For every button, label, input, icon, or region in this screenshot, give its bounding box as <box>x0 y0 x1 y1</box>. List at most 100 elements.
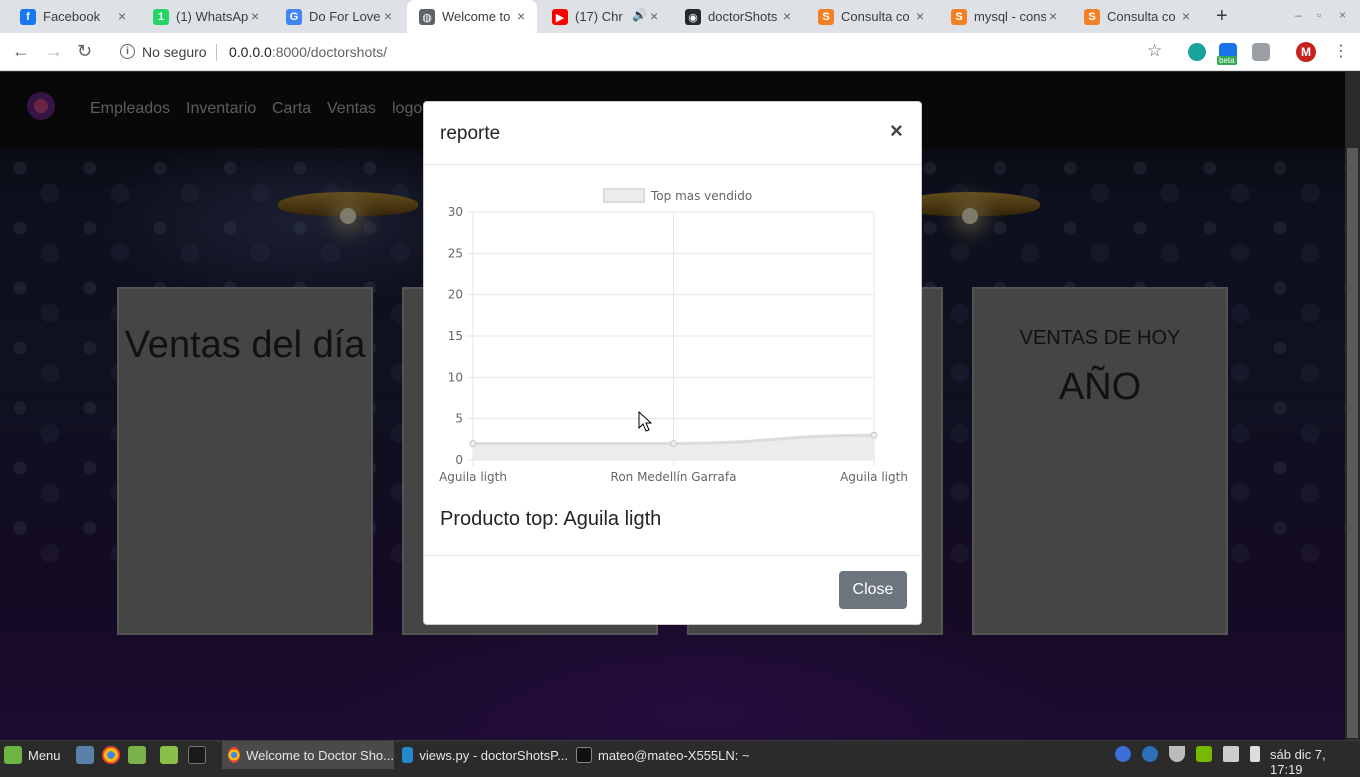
browser-tab[interactable]: 1 (1) WhatsAp × <box>141 0 271 33</box>
minimize-icon[interactable]: – <box>1295 8 1302 22</box>
close-tab-icon[interactable]: × <box>517 8 525 24</box>
stackoverflow-icon: S <box>818 9 834 25</box>
y-tick-label: 10 <box>448 370 463 384</box>
stackoverflow-icon: S <box>951 9 967 25</box>
tab-title: Welcome to <box>442 9 511 24</box>
close-tab-icon[interactable]: × <box>1049 8 1057 24</box>
bluetooth-icon[interactable] <box>1115 746 1131 762</box>
legend-label: Top mas vendido <box>650 189 752 203</box>
facebook-icon: f <box>20 9 36 25</box>
y-axis-ticks: 0 5 10 15 20 25 30 <box>448 205 463 467</box>
info-icon[interactable]: i <box>120 44 135 59</box>
window-title: Welcome to Doctor Sho... <box>246 747 394 763</box>
palette-extension-icon[interactable] <box>1188 43 1206 61</box>
taskbar-window-chrome[interactable]: Welcome to Doctor Sho... <box>222 741 394 769</box>
menu-label: Menu <box>28 747 61 763</box>
close-tab-icon[interactable]: × <box>650 8 658 24</box>
google-icon: G <box>286 9 302 25</box>
os-taskbar: Menu Welcome to Doctor Sho... views.py -… <box>0 740 1360 777</box>
tab-title: (1) WhatsAp <box>176 9 248 24</box>
forward-icon[interactable]: → <box>45 41 63 62</box>
taskbar-window-terminal[interactable]: mateo@mateo-X555LN: ~ <box>570 741 750 769</box>
close-window-icon[interactable]: × <box>1339 8 1346 22</box>
folder-launcher-icon[interactable] <box>160 741 178 769</box>
maximize-icon[interactable]: ▫ <box>1317 8 1321 22</box>
report-modal: reporte × 0 5 10 15 20 25 30 Aguila ligth Ron M… <box>423 101 922 625</box>
menu-kebab-icon[interactable]: ⋮ <box>1333 41 1349 61</box>
scrollbar-thumb[interactable] <box>1347 148 1358 738</box>
top-product-text: Producto top: Aguila ligth <box>440 508 662 530</box>
close-tab-icon[interactable]: × <box>916 8 924 24</box>
browser-tab[interactable]: ◉ doctorShots × <box>673 0 803 33</box>
tab-title: Consulta co <box>841 9 910 24</box>
wifi-icon[interactable] <box>1169 746 1185 762</box>
github-icon: ◉ <box>685 9 701 25</box>
tab-title: mysql - cons <box>974 9 1046 24</box>
tab-title: Consulta co <box>1107 9 1176 24</box>
security-label: No seguro <box>142 44 207 60</box>
window-title: views.py - doctorShotsP... <box>419 747 568 763</box>
youtube-icon: ▶ <box>552 9 568 25</box>
data-point <box>670 439 677 447</box>
tab-title: (17) Chr <box>575 9 623 24</box>
modal-footer: Close <box>424 555 921 625</box>
nvidia-icon[interactable] <box>1196 746 1212 762</box>
start-menu-button[interactable]: Menu <box>4 741 61 769</box>
close-tab-icon[interactable]: × <box>1182 8 1190 24</box>
back-icon[interactable]: ← <box>12 41 30 62</box>
top-products-chart: 0 5 10 15 20 25 30 Aguila ligth Ron Medellín Ga… <box>439 188 908 484</box>
tab-title: Do For Love <box>309 9 381 24</box>
close-tab-icon[interactable]: × <box>118 8 126 24</box>
close-button[interactable]: Close <box>839 571 907 609</box>
profile-avatar[interactable]: M <box>1296 42 1316 62</box>
close-tab-icon[interactable]: × <box>251 8 259 24</box>
shield-update-icon[interactable] <box>1142 746 1158 762</box>
reload-icon[interactable]: ↻ <box>77 41 92 62</box>
y-tick-label: 15 <box>448 329 463 343</box>
x-tick-label: Aguila ligth <box>840 470 908 484</box>
address-bar[interactable]: i No seguro 0.0.0.0:8000/doctorshots/ <box>108 36 1178 68</box>
new-tab-button[interactable]: + <box>1216 5 1228 28</box>
chrome-icon <box>228 747 241 763</box>
mouse-cursor-icon <box>638 411 652 432</box>
taskbar-window-vscode[interactable]: views.py - doctorShotsP... <box>396 741 568 769</box>
close-tab-icon[interactable]: × <box>783 8 791 24</box>
x-tick-label: Ron Medellín Garrafa <box>611 470 737 484</box>
browser-tab[interactable]: f Facebook × <box>8 0 138 33</box>
files-launcher-icon[interactable] <box>76 741 94 769</box>
volume-icon[interactable] <box>1223 746 1239 762</box>
battery-icon[interactable] <box>1250 746 1260 762</box>
y-tick-label: 30 <box>448 205 463 219</box>
browser-tab-bar: f Facebook × 1 (1) WhatsAp × G Do For Love × ◍ Wel… <box>0 0 1360 33</box>
data-point <box>870 431 878 439</box>
y-tick-label: 5 <box>455 412 463 426</box>
browser-tab[interactable]: ▶ (17) Chr × 🔊 <box>540 0 670 33</box>
stackoverflow-icon: S <box>1084 9 1100 25</box>
browser-tab[interactable]: Smysql - cons × <box>939 0 1069 33</box>
close-tab-icon[interactable]: × <box>384 8 392 24</box>
data-point <box>469 439 477 447</box>
whatsapp-icon: 1 <box>153 9 169 25</box>
cube-extension-icon[interactable] <box>1252 43 1270 61</box>
mint-logo-icon <box>4 746 22 764</box>
address-divider <box>216 44 217 61</box>
url-text[interactable]: 0.0.0.0:8000/doctorshots/ <box>229 44 387 60</box>
terminal-icon <box>576 747 592 763</box>
x-axis-ticks: Aguila ligth Ron Medellín Garrafa Aguila l… <box>439 470 908 484</box>
browser-tab[interactable]: G Do For Love × <box>274 0 404 33</box>
y-tick-label: 0 <box>455 453 463 467</box>
browser-tab[interactable]: S Consulta co × <box>1072 0 1202 33</box>
browser-tab[interactable]: S Consulta co × <box>806 0 936 33</box>
vscode-icon <box>402 747 414 763</box>
audio-playing-icon[interactable]: 🔊 <box>632 8 647 22</box>
chrome-launcher-icon[interactable] <box>102 741 120 769</box>
window-title: mateo@mateo-X555LN: ~ <box>598 747 750 763</box>
terminal-folder-launcher-icon[interactable] <box>128 741 146 769</box>
bookmark-star-icon[interactable]: ☆ <box>1147 41 1162 61</box>
tab-title: doctorShots <box>708 9 778 24</box>
clock[interactable]: sáb dic 7, 17:19 <box>1270 747 1360 777</box>
terminal-launcher-icon[interactable] <box>188 741 206 769</box>
browser-tab[interactable]: ◍ Welcome to × <box>407 0 537 33</box>
tab-title: Facebook <box>43 9 101 24</box>
y-tick-label: 25 <box>448 246 463 260</box>
